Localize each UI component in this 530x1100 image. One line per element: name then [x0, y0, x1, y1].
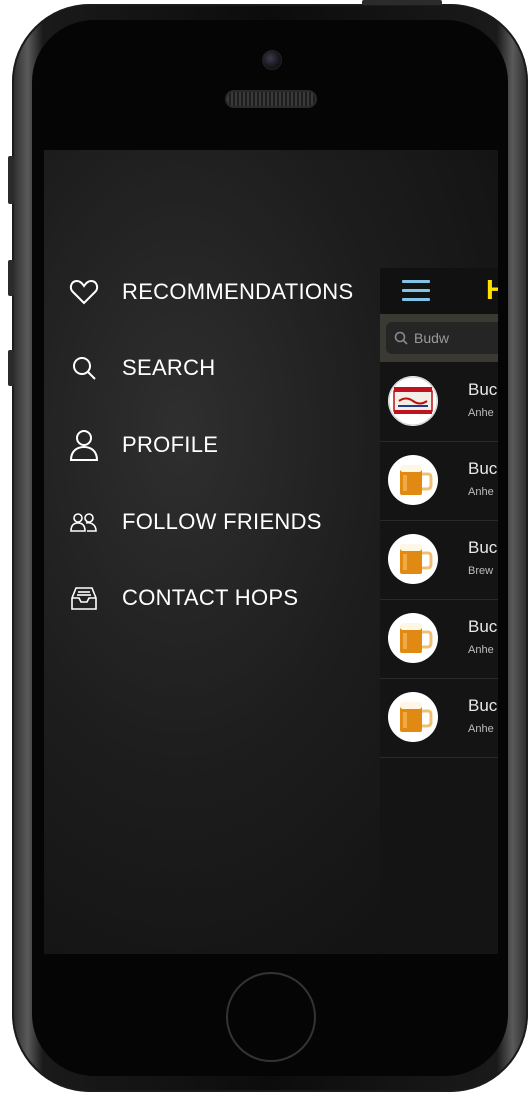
beer-name: Buc	[468, 459, 498, 478]
beer-brewery: Anhe	[468, 486, 494, 498]
app-title: H	[486, 274, 498, 305]
volume-up-button	[8, 260, 14, 296]
menu-item-follow-friends[interactable]: FOLLOW FRIENDS	[66, 502, 322, 542]
beer-name: Buc	[468, 538, 498, 557]
heart-icon	[66, 274, 102, 310]
front-camera	[262, 50, 282, 70]
menu-item-label: PROFILE	[122, 432, 219, 457]
inbox-icon	[66, 580, 102, 616]
menu-item-recommendations[interactable]: RECOMMENDATIONS	[66, 272, 353, 312]
side-menu: RECOMMENDATIONS SEARCH PROFILE FOLLOW FR…	[44, 150, 374, 954]
beer-mug-thumbnail	[388, 613, 438, 663]
search-bar: Budw	[380, 314, 498, 362]
power-button	[362, 0, 442, 5]
menu-item-profile[interactable]: PROFILE	[66, 425, 218, 465]
user-icon	[66, 427, 102, 463]
list-item[interactable]: Buc Anhe	[380, 362, 498, 442]
hamburger-menu-icon[interactable]	[402, 278, 432, 304]
mute-switch	[8, 156, 14, 204]
menu-item-label: SEARCH	[122, 355, 216, 380]
search-input-value: Budw	[414, 330, 450, 346]
list-item[interactable]: Buc Anhe	[380, 599, 498, 679]
beer-mug-thumbnail	[388, 692, 438, 742]
menu-item-search[interactable]: SEARCH	[66, 348, 216, 388]
beer-brewery: Anhe	[468, 644, 494, 656]
budweiser-label-thumbnail	[388, 376, 438, 426]
beer-mug-thumbnail	[388, 455, 438, 505]
app-panel[interactable]: H Budw Buc Anhe Buc Anhe Buc Brew Buc An…	[380, 268, 498, 954]
search-icon	[66, 350, 102, 386]
beer-brewery: Brew	[468, 565, 494, 577]
list-item[interactable]: Buc Brew	[380, 520, 498, 600]
beer-name: Buc	[468, 696, 498, 715]
earpiece-speaker	[225, 90, 317, 108]
menu-item-contact-hops[interactable]: CONTACT HOPS	[66, 578, 298, 618]
menu-item-label: RECOMMENDATIONS	[122, 279, 354, 304]
home-button[interactable]	[226, 972, 316, 1062]
app-header: H	[380, 268, 498, 314]
users-icon	[66, 504, 102, 540]
beer-brewery: Anhe	[468, 407, 494, 419]
volume-down-button	[8, 350, 14, 386]
beer-mug-thumbnail	[388, 534, 438, 584]
beer-name: Buc	[468, 617, 498, 636]
screen: RECOMMENDATIONS SEARCH PROFILE FOLLOW FR…	[44, 150, 498, 954]
list-item[interactable]: Buc Anhe	[380, 678, 498, 758]
search-icon	[394, 331, 408, 345]
list-item[interactable]: Buc Anhe	[380, 441, 498, 521]
beer-brewery: Anhe	[468, 723, 494, 735]
menu-item-label: CONTACT HOPS	[122, 585, 299, 610]
beer-name: Buc	[468, 380, 498, 399]
search-input[interactable]: Budw	[386, 322, 498, 354]
menu-item-label: FOLLOW FRIENDS	[122, 509, 322, 534]
